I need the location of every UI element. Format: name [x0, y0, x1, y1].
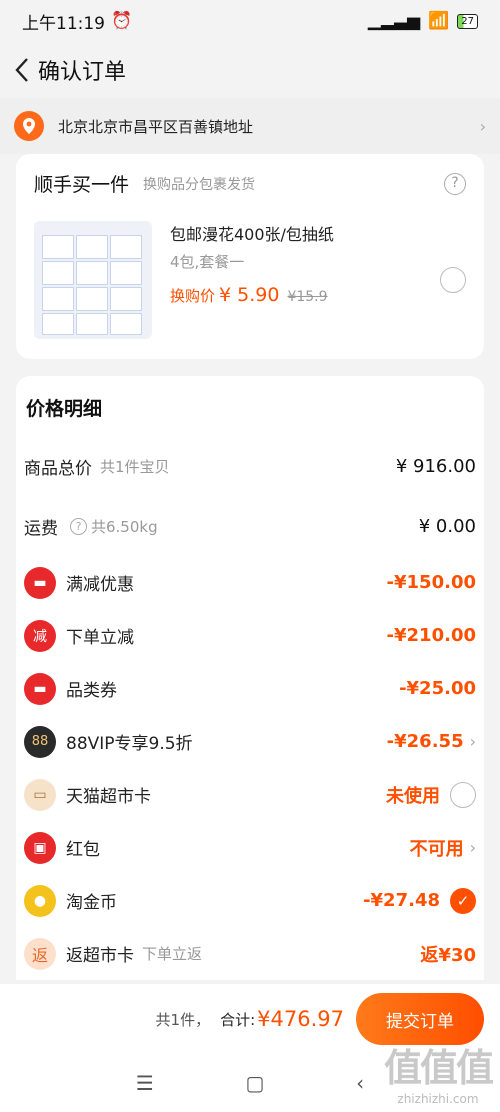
- alarm-icon: ⏰: [111, 11, 133, 31]
- product-name: 包邮漫花400张/包抽纸: [170, 225, 334, 244]
- row-taojinbi[interactable]: ● 淘金币 -¥27.48 ✓: [16, 874, 484, 927]
- row-label: 红包: [66, 840, 100, 860]
- watermark-url: zhizhizhi.com: [397, 1092, 479, 1106]
- watermark-logo: 值值值 zhizhizhi.com: [383, 1037, 494, 1106]
- gold-coin-icon: ●: [24, 884, 56, 917]
- home-icon[interactable]: ▢: [246, 1071, 265, 1095]
- row-rebate-card: 返 返超市卡 下单立返 返¥30: [16, 927, 484, 980]
- status-time: 上午11:19: [22, 13, 105, 34]
- 88vip-icon: 88: [24, 725, 56, 758]
- addon-subtitle: 换购品分包裹发货: [143, 176, 256, 193]
- coupon-icon: ▬: [24, 566, 56, 599]
- row-full-reduction: ▬ 满减优惠 -¥150.00: [16, 556, 484, 609]
- row-goods-total: 商品总价 共1件宝贝 ¥ 916.00: [16, 440, 484, 493]
- row-red-packet[interactable]: ▣ 红包 不可用 ›: [16, 821, 484, 874]
- menu-icon[interactable]: ☰: [136, 1071, 154, 1095]
- row-label: 满减优惠: [66, 575, 134, 595]
- addon-title: 顺手买一件: [34, 174, 130, 196]
- checked-icon[interactable]: ✓: [450, 887, 476, 914]
- item-count: 共1件，: [155, 1010, 211, 1029]
- wifi-icon: 📶: [428, 11, 450, 31]
- row-value: ¥ 916.00: [395, 456, 476, 477]
- total-label: 合计:: [220, 1010, 256, 1029]
- row-label: 返超市卡: [66, 946, 134, 966]
- price-label: 换购价: [170, 287, 216, 305]
- row-value: -¥150.00: [386, 572, 476, 593]
- tmall-card-radio[interactable]: [450, 781, 476, 808]
- row-category-coupon[interactable]: ▬ 品类券 -¥25.00: [16, 662, 484, 715]
- price-detail-title: 价格明细: [26, 398, 103, 420]
- back-arrow-icon[interactable]: [14, 57, 30, 83]
- chevron-right-icon: ›: [469, 838, 476, 857]
- watermark-text: 值值值: [383, 1046, 494, 1090]
- signal-icon: ▁▂▃▅: [367, 11, 421, 31]
- chevron-right-icon: ›: [479, 116, 486, 136]
- row-value: 未使用: [386, 785, 440, 807]
- row-label: 淘金币: [66, 893, 117, 913]
- row-sub: 下单立返: [142, 945, 203, 963]
- product-price: ¥ 5.90: [219, 284, 280, 306]
- row-label: 下单立减: [66, 628, 134, 648]
- total-amount: ¥476.97: [257, 1007, 344, 1031]
- nav-header: 确认订单: [0, 42, 500, 98]
- row-88vip[interactable]: 88 88VIP专享9.5折 -¥26.55 ›: [16, 715, 484, 768]
- price-detail-card: 价格明细 商品总价 共1件宝贝 ¥ 916.00 运费 ? 共6.50kg ¥ …: [16, 376, 484, 980]
- row-order-discount: 减 下单立减 -¥210.00: [16, 609, 484, 662]
- product-spec: 4包,套餐一: [170, 253, 245, 271]
- row-value: -¥25.00: [399, 678, 476, 699]
- reduce-icon: 减: [24, 619, 56, 652]
- address-text: 北京北京市昌平区百善镇地址: [58, 117, 254, 136]
- battery-icon: 27: [457, 13, 478, 29]
- back-icon[interactable]: ‹: [356, 1071, 364, 1095]
- status-bar: 上午11:19 ⏰ ▁▂▃▅ 📶 27: [0, 0, 500, 42]
- row-label: 天猫超市卡: [66, 787, 151, 807]
- addon-select-radio[interactable]: [440, 267, 466, 293]
- card-icon: ▭: [24, 778, 56, 811]
- help-icon[interactable]: ?: [70, 518, 87, 535]
- product-image: [34, 221, 152, 339]
- location-pin-icon: [14, 111, 44, 141]
- row-label: 88VIP专享9.5折: [66, 734, 193, 754]
- row-value: -¥26.55: [386, 731, 464, 752]
- row-value: ¥ 0.00: [418, 516, 476, 537]
- addon-product[interactable]: 包邮漫花400张/包抽纸 4包,套餐一 换购价 ¥ 5.90 ¥15.9: [34, 221, 466, 339]
- addon-card: 顺手买一件 换购品分包裹发货 ? 包邮漫花400张/包抽纸 4包,套餐一 换购价…: [16, 154, 484, 359]
- row-value: -¥27.48: [363, 890, 440, 911]
- row-value: -¥210.00: [386, 625, 476, 646]
- chevron-right-icon: ›: [469, 732, 476, 751]
- row-sub: 共1件宝贝: [100, 458, 170, 476]
- coupon-icon: ▬: [24, 672, 56, 705]
- row-label: 品类券: [66, 681, 117, 701]
- address-row[interactable]: 北京北京市昌平区百善镇地址 ›: [0, 98, 500, 154]
- help-icon[interactable]: ?: [444, 172, 466, 195]
- rebate-icon: 返: [24, 937, 56, 970]
- row-label: 运费: [24, 519, 58, 539]
- row-tmall-card[interactable]: ▭ 天猫超市卡 未使用: [16, 768, 484, 821]
- page-title: 确认订单: [38, 60, 127, 85]
- product-old-price: ¥15.9: [287, 289, 328, 305]
- row-shipping: 运费 ? 共6.50kg ¥ 0.00: [16, 500, 484, 553]
- row-value: 返¥30: [420, 944, 476, 966]
- row-value: 不可用: [409, 838, 464, 860]
- row-label: 商品总价: [24, 459, 92, 479]
- red-packet-icon: ▣: [24, 831, 56, 864]
- row-sub: 共6.50kg: [91, 518, 158, 536]
